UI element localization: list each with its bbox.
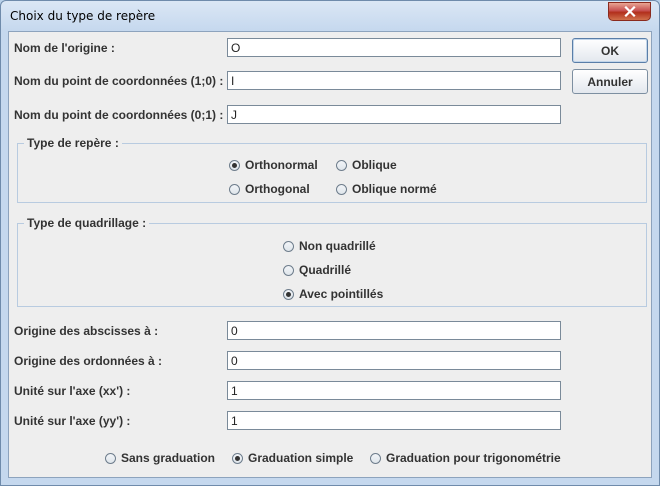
- radio-grid[interactable]: Quadrillé: [283, 263, 351, 277]
- window-title: Choix du type de repère: [10, 9, 156, 23]
- radio-indicator: [370, 452, 381, 464]
- unit-x-input[interactable]: 1: [227, 381, 561, 400]
- radio-indicator: [336, 159, 347, 171]
- radio-no-graduation[interactable]: Sans graduation: [105, 451, 215, 465]
- close-button[interactable]: [608, 2, 651, 21]
- radio-orthogonal[interactable]: Orthogonal: [229, 182, 310, 196]
- grid-type-title: Type de quadrillage :: [24, 216, 150, 230]
- ok-button[interactable]: OK: [572, 38, 648, 63]
- unit-x-label: Unité sur l'axe (xx') :: [14, 384, 131, 398]
- radio-indicator: [283, 288, 294, 300]
- point-y-name-label: Nom du point de coordonnées (0;1) :: [14, 108, 224, 122]
- radio-dotted-grid[interactable]: Avec pointillés: [283, 287, 383, 301]
- origin-name-input[interactable]: O: [227, 38, 561, 57]
- radio-label: Quadrillé: [299, 263, 352, 277]
- radio-label: Non quadrillé: [299, 239, 376, 253]
- radio-orthonormal[interactable]: Orthonormal: [229, 158, 318, 172]
- radio-indicator: [336, 183, 347, 195]
- radio-trig-graduation[interactable]: Graduation pour trigonométrie: [370, 451, 561, 465]
- dialog-content: Nom de l'origine : O Nom du point de coo…: [8, 31, 652, 478]
- radio-label: Avec pointillés: [299, 287, 384, 301]
- radio-simple-graduation[interactable]: Graduation simple: [232, 451, 353, 465]
- radio-indicator: [283, 240, 294, 252]
- unit-y-label: Unité sur l'axe (yy') :: [14, 414, 131, 428]
- frame-type-group: Type de repère :: [17, 136, 647, 203]
- radio-indicator: [229, 183, 240, 195]
- title-bar[interactable]: Choix du type de repère: [1, 1, 659, 31]
- point-y-name-input[interactable]: J: [227, 105, 561, 124]
- cancel-button[interactable]: Annuler: [572, 69, 648, 94]
- ordinate-origin-label: Origine des ordonnées à :: [14, 354, 163, 368]
- radio-label: Sans graduation: [121, 451, 216, 465]
- origin-name-label: Nom de l'origine :: [14, 41, 115, 55]
- abscissa-origin-input[interactable]: 0: [227, 321, 561, 340]
- radio-oblique[interactable]: Oblique: [336, 158, 397, 172]
- radio-label: Oblique normé: [352, 182, 437, 196]
- frame-type-title: Type de repère :: [24, 136, 122, 150]
- radio-oblique-normed[interactable]: Oblique normé: [336, 182, 437, 196]
- point-x-name-input[interactable]: I: [227, 71, 561, 90]
- radio-label: Graduation pour trigonométrie: [386, 451, 561, 465]
- radio-label: Graduation simple: [248, 451, 354, 465]
- radio-indicator: [232, 452, 243, 464]
- dialog-window: Choix du type de repère Nom de l'origine…: [0, 0, 660, 486]
- abscissa-origin-label: Origine des abscisses à :: [14, 324, 159, 338]
- radio-label: Orthonormal: [245, 158, 318, 172]
- point-x-name-label: Nom du point de coordonnées (1;0) :: [14, 74, 224, 88]
- unit-y-input[interactable]: 1: [227, 411, 561, 430]
- close-icon: [623, 6, 636, 17]
- radio-indicator: [105, 452, 116, 464]
- radio-indicator: [283, 264, 294, 276]
- ordinate-origin-input[interactable]: 0: [227, 351, 561, 370]
- radio-no-grid[interactable]: Non quadrillé: [283, 239, 376, 253]
- radio-label: Oblique: [352, 158, 397, 172]
- radio-label: Orthogonal: [245, 182, 310, 196]
- radio-indicator: [229, 159, 240, 171]
